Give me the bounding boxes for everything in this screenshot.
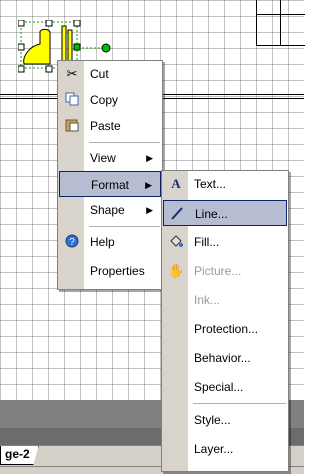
menu-item-label: Line... xyxy=(195,207,228,221)
menu-item-label: Layer... xyxy=(194,442,234,456)
format-submenu: A Text... Line... Fill... ✋ Picture... I… xyxy=(161,170,289,472)
table-shape[interactable] xyxy=(256,0,305,46)
menu-separator xyxy=(89,226,160,227)
menu-item-view[interactable]: View ▶ xyxy=(59,145,161,171)
menu-item-label: Copy xyxy=(90,93,119,107)
scissors-icon: ✂ xyxy=(66,66,78,81)
table-divider xyxy=(257,14,305,15)
menu-item-label: Properties xyxy=(90,264,145,278)
submenu-item-text[interactable]: A Text... xyxy=(163,171,287,197)
menu-item-label: Special... xyxy=(194,380,244,394)
submenu-item-behavior[interactable]: Behavior... xyxy=(163,345,287,371)
submenu-arrow-icon: ▶ xyxy=(146,205,153,215)
paste-icon xyxy=(64,118,80,134)
menu-item-format[interactable]: Format ▶ xyxy=(59,171,161,197)
svg-text:?: ? xyxy=(69,237,75,248)
page-tab[interactable]: ge-2 xyxy=(0,446,39,465)
menu-item-properties[interactable]: Properties xyxy=(59,258,161,284)
menu-item-label: View xyxy=(90,151,116,165)
copy-icon xyxy=(64,92,80,108)
submenu-arrow-icon: ▶ xyxy=(145,180,152,190)
menu-item-label: Format xyxy=(91,178,130,192)
menu-separator xyxy=(89,142,160,143)
menu-item-paste[interactable]: Paste xyxy=(59,113,161,139)
menu-item-label: Ink... xyxy=(194,293,221,307)
menu-item-cut[interactable]: ✂ Cut xyxy=(59,61,161,87)
text-a-icon: A xyxy=(171,176,181,191)
submenu-item-ink[interactable]: Ink... xyxy=(163,287,287,313)
submenu-item-line[interactable]: Line... xyxy=(163,200,287,226)
menu-item-copy[interactable]: Copy xyxy=(59,87,161,113)
fill-bucket-icon xyxy=(168,234,184,250)
menu-item-help[interactable]: ? Help xyxy=(59,229,161,255)
submenu-item-fill[interactable]: Fill... xyxy=(163,229,287,255)
menu-item-label: Help xyxy=(90,235,115,249)
menu-item-label: Shape xyxy=(90,203,125,217)
menu-item-label: Fill... xyxy=(194,235,220,249)
submenu-item-style[interactable]: Style... xyxy=(163,407,287,433)
line-pen-icon xyxy=(169,206,185,222)
submenu-item-special[interactable]: Special... xyxy=(163,374,287,400)
menu-item-label: Cut xyxy=(90,67,109,81)
menu-separator xyxy=(193,403,286,404)
context-menu: ✂ Cut Copy Paste View ▶ Format ▶ Shape ▶… xyxy=(57,60,163,290)
menu-item-label: Style... xyxy=(194,413,231,427)
menu-item-label: Protection... xyxy=(194,322,259,336)
menu-item-label: Picture... xyxy=(194,264,242,278)
menu-item-label: Text... xyxy=(194,177,227,191)
menu-item-shape[interactable]: Shape ▶ xyxy=(59,197,161,223)
menu-item-label: Paste xyxy=(90,119,121,133)
picture-hand-icon: ✋ xyxy=(168,263,185,278)
submenu-item-layer[interactable]: Layer... xyxy=(163,436,287,462)
menu-item-label: Behavior... xyxy=(194,351,251,365)
submenu-item-picture[interactable]: ✋ Picture... xyxy=(163,258,287,284)
table-divider xyxy=(280,0,281,45)
submenu-item-protection[interactable]: Protection... xyxy=(163,316,287,342)
submenu-arrow-icon: ▶ xyxy=(146,153,153,163)
help-icon: ? xyxy=(64,234,80,250)
